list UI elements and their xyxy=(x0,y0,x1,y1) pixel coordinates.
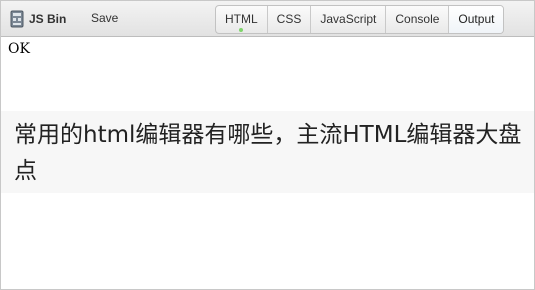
tab-output-label: Output xyxy=(458,12,495,26)
tab-javascript[interactable]: JavaScript xyxy=(311,6,387,33)
ok-text: OK xyxy=(8,41,30,57)
tab-output[interactable]: Output xyxy=(449,6,504,33)
output-pane: OK 常用的html编辑器有哪些，主流HTML编辑器大盘点 xyxy=(1,37,534,289)
jsbin-window: JS Bin Save HTML CSS JavaScript Console … xyxy=(0,0,535,290)
tab-css-label: CSS xyxy=(276,12,302,26)
tab-console[interactable]: Console xyxy=(386,6,450,33)
tab-html-label: HTML xyxy=(225,12,258,26)
toolbar: JS Bin Save HTML CSS JavaScript Console … xyxy=(1,1,534,37)
tab-javascript-label: JavaScript xyxy=(320,12,377,26)
panel-tabs: HTML CSS JavaScript Console Output xyxy=(215,5,505,34)
jsbin-brand[interactable]: JS Bin xyxy=(10,9,66,29)
tab-console-label: Console xyxy=(395,12,440,26)
active-indicator xyxy=(239,28,244,32)
jsbin-logo-icon xyxy=(10,10,24,28)
save-button[interactable]: Save xyxy=(91,11,118,25)
headline-text: 常用的html编辑器有哪些，主流HTML编辑器大盘点 xyxy=(14,122,522,184)
tab-css[interactable]: CSS xyxy=(268,6,312,33)
tab-html[interactable]: HTML xyxy=(216,6,268,33)
headline-banner: 常用的html编辑器有哪些，主流HTML编辑器大盘点 xyxy=(1,111,534,193)
brand-name: JS Bin xyxy=(29,12,67,26)
